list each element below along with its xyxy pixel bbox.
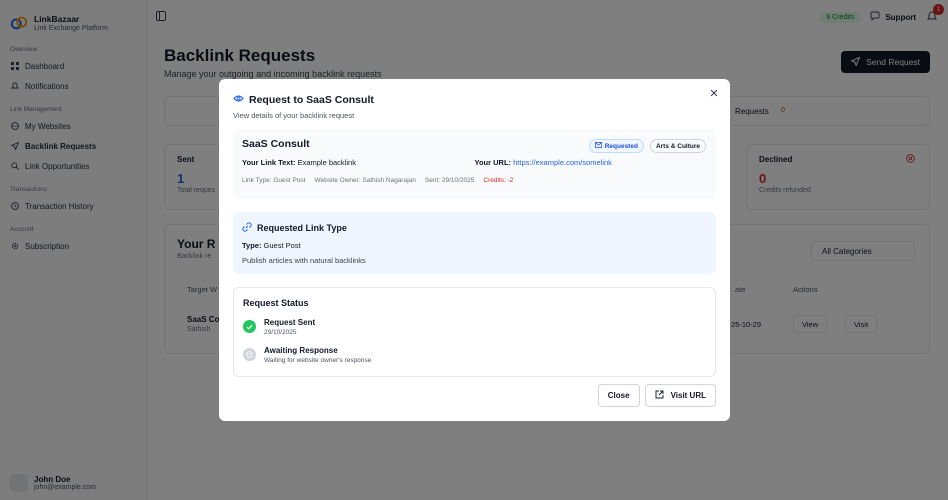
step-label: Awaiting Response [264,346,338,355]
close-button[interactable]: Close [597,384,640,407]
link-icon [242,222,252,234]
sent-date-meta: Sent: 29/10/2025 [424,177,475,184]
type-value: Guest Post [263,241,301,250]
mail-icon [594,142,602,150]
url-field: Your URL: https://example.com/somelink [475,158,708,167]
request-status-card: Request Status Request Sent 29/10/2025 A… [233,287,716,377]
request-info-card: SaaS Consult Requested Arts & Culture Yo… [233,129,716,199]
link-text-field: Your Link Text: Example backlink [242,158,475,167]
link-details-row: Your Link Text: Example backlink Your UR… [242,158,707,167]
url-label: Your URL: [474,158,512,167]
visit-url-label: Visit URL [670,391,706,400]
type-description: Publish articles with natural backlinks [242,256,366,265]
type-label: Type: [242,241,262,250]
link-type-meta: Link Type: Guest Post [242,177,306,184]
visit-url-button[interactable]: Visit URL [644,384,716,407]
url-link[interactable]: https://example.com/somelink [513,158,612,167]
badge-group: Requested Arts & Culture [588,139,706,153]
close-icon[interactable]: ✕ [708,87,720,100]
request-details-dialog: ✕ Request to SaaS Consult View details o… [219,79,730,421]
external-link-icon [655,390,664,401]
link-text-label: Your Link Text: [242,158,296,167]
dialog-footer: Close Visit URL [597,384,716,407]
request-status-title: Request Status [243,298,309,308]
eye-icon [233,93,244,107]
owner-meta: Website Owner: Sathish Nagarajan [314,177,416,184]
status-badge: Requested [588,139,644,153]
meta-row: Link Type: Guest Post Website Owner: Sat… [242,177,707,184]
category-badge: Arts & Culture [649,139,706,153]
requested-link-type-title-text: Requested Link Type [257,223,347,233]
dialog-title: Request to SaaS Consult [233,93,716,107]
status-step-awaiting: Awaiting Response Waiting for website ow… [243,346,706,364]
link-type-line: Type: Guest Post [242,241,707,250]
step-label: Request Sent [264,318,316,327]
clock-icon [243,348,256,361]
dialog-title-text: Request to SaaS Consult [249,94,374,106]
dialog-subtitle: View details of your backlink request [233,111,355,120]
check-circle-icon [243,320,256,333]
credits-meta: Credits: -2 [483,177,514,184]
step-detail: 29/10/2025 [264,329,297,336]
requested-link-type-title: Requested Link Type [242,222,707,234]
status-badge-label: Requested [604,142,638,150]
status-step-sent: Request Sent 29/10/2025 [243,318,706,336]
step-detail: Waiting for website owner's response [264,357,372,364]
link-text-value: Example backlink [297,158,356,167]
requested-link-type-card: Requested Link Type Type: Guest Post Pub… [233,212,716,274]
close-button-label: Close [607,391,630,400]
